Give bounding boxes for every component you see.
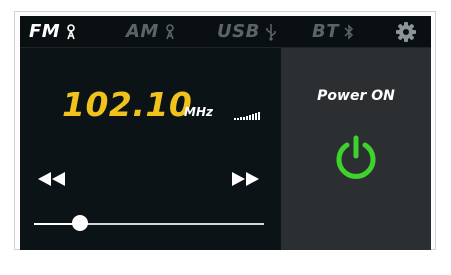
power-status-label: Power ON <box>317 88 395 104</box>
frequency-display: 102.10 <box>62 85 193 124</box>
volume-high-icon <box>242 252 264 274</box>
volume-slider-knob[interactable] <box>72 215 88 231</box>
frequency-unit: MHz <box>184 105 213 119</box>
usb-icon <box>265 23 277 41</box>
radio-screen: FM AM USB BT 102.10 MHz Power ON <box>20 16 431 271</box>
gear-icon[interactable] <box>395 21 417 43</box>
tuner-panel: 102.10 MHz <box>20 48 279 271</box>
power-button[interactable] <box>331 132 381 182</box>
tab-usb[interactable]: USB <box>217 16 277 47</box>
tab-usb-label: USB <box>217 21 260 42</box>
tab-bt[interactable]: BT <box>312 16 354 47</box>
antenna-icon <box>65 23 77 40</box>
volume-low-icon <box>36 256 46 275</box>
bluetooth-icon <box>344 23 354 40</box>
signal-strength-icon <box>234 105 260 124</box>
power-icon <box>336 135 376 179</box>
tab-am-label: AM <box>126 21 159 42</box>
tab-am[interactable]: AM <box>126 16 176 47</box>
seek-forward-button[interactable] <box>231 171 261 190</box>
tab-fm[interactable]: FM <box>29 16 77 47</box>
volume-slider-track[interactable] <box>34 223 264 225</box>
source-tab-bar: FM AM USB BT <box>20 16 431 48</box>
seek-forward-icon <box>232 172 259 186</box>
power-panel: Power ON <box>281 48 431 250</box>
seek-back-button[interactable] <box>37 171 67 190</box>
antenna-icon <box>164 23 176 40</box>
tab-fm-label: FM <box>29 21 61 42</box>
seek-back-icon <box>38 172 65 186</box>
tab-bt-label: BT <box>312 21 339 42</box>
